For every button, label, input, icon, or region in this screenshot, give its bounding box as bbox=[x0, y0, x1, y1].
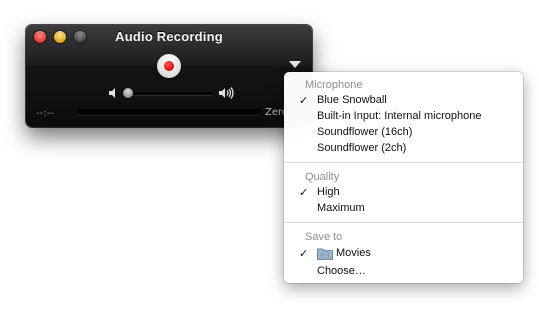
menu-item-label: High bbox=[317, 186, 340, 198]
menu-item-soundflower-16ch[interactable]: Soundflower (16ch) bbox=[284, 126, 523, 142]
record-icon bbox=[164, 61, 174, 71]
speaker-low-icon bbox=[109, 88, 115, 98]
audio-recording-window: Audio Recording --:-- Zero bbox=[26, 25, 312, 127]
audio-level-meter bbox=[76, 109, 261, 115]
triangle-down-icon bbox=[289, 61, 301, 68]
menu-item-label: Movies bbox=[336, 247, 371, 259]
menu-item-built-in-input[interactable]: Built-in Input: Internal microphone bbox=[284, 110, 523, 126]
volume-slider-track[interactable] bbox=[125, 92, 213, 95]
title-bar[interactable]: Audio Recording bbox=[26, 25, 312, 49]
menu-item-high[interactable]: ✓ High bbox=[284, 186, 523, 202]
menu-separator bbox=[284, 162, 523, 163]
menu-item-blue-snowball[interactable]: ✓ Blue Snowball bbox=[284, 94, 523, 110]
checkmark: ✓ bbox=[299, 248, 309, 260]
volume-slider-knob[interactable] bbox=[123, 88, 133, 98]
speaker-high-icon bbox=[219, 87, 234, 99]
menu-separator bbox=[284, 222, 523, 223]
menu-item-label: Blue Snowball bbox=[317, 94, 387, 106]
menu-header-save-to: Save to bbox=[305, 231, 343, 243]
menu-item-label: Choose… bbox=[317, 265, 366, 277]
menu-item-choose[interactable]: Choose… bbox=[284, 265, 523, 281]
checkmark: ✓ bbox=[299, 187, 309, 199]
folder-icon bbox=[317, 248, 333, 260]
menu-header-microphone: Microphone bbox=[305, 79, 363, 91]
menu-header-quality: Quality bbox=[305, 171, 340, 183]
menu-item-maximum[interactable]: Maximum bbox=[284, 202, 523, 218]
menu-item-label: Maximum bbox=[317, 202, 365, 214]
window-title: Audio Recording bbox=[115, 29, 223, 44]
recording-options-menu: Microphone ✓ Blue Snowball Built-in Inpu… bbox=[284, 72, 523, 283]
menu-item-label: Built-in Input: Internal microphone bbox=[317, 110, 482, 122]
menu-item-label: Soundflower (2ch) bbox=[317, 142, 407, 154]
menu-item-soundflower-2ch[interactable]: Soundflower (2ch) bbox=[284, 142, 523, 158]
menu-item-movies[interactable]: ✓ Movies bbox=[284, 247, 523, 263]
menu-item-label: Soundflower (16ch) bbox=[317, 126, 413, 138]
options-menu-button[interactable] bbox=[284, 55, 306, 73]
elapsed-time: --:-- bbox=[36, 108, 54, 119]
checkmark: ✓ bbox=[299, 95, 309, 107]
record-button[interactable] bbox=[157, 54, 181, 78]
